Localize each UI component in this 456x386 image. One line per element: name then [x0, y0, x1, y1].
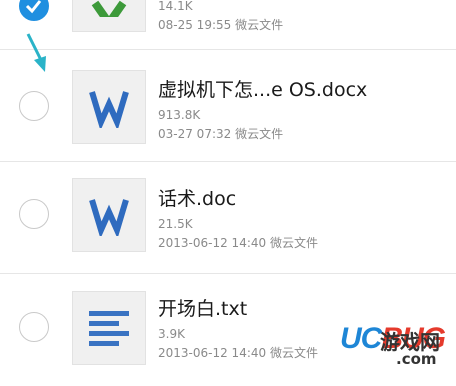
word-icon	[89, 199, 129, 236]
file-size: 14.1K	[158, 0, 193, 13]
annotation-arrow-icon	[26, 33, 46, 72]
file-thumbnail	[72, 178, 146, 252]
file-name[interactable]: 虚拟机下怎...e OS.docx	[158, 75, 367, 102]
file-thumbnail	[72, 0, 146, 32]
file-meta: 2013-06-12 14:40 微云文件	[158, 346, 318, 360]
selected-checkbox[interactable]	[19, 0, 49, 21]
file-thumbnail	[72, 70, 146, 144]
file-meta: 2013-06-12 14:40 微云文件	[158, 236, 318, 250]
list-item[interactable]: 14.1K 08-25 19:55 微云文件	[0, 0, 456, 50]
file-size: 21.5K	[158, 217, 193, 231]
watermark-com-text: .com	[396, 350, 437, 368]
watermark-uc-text: UC	[340, 322, 382, 355]
excel-icon	[91, 0, 127, 17]
file-meta: 03-27 07:32 微云文件	[158, 127, 284, 141]
file-size: 3.9K	[158, 327, 185, 341]
file-thumbnail	[72, 291, 146, 365]
list-item[interactable]: 虚拟机下怎...e OS.docx 913.8K 03-27 07:32 微云文…	[0, 50, 456, 162]
select-checkbox[interactable]	[19, 312, 49, 342]
file-size: 913.8K	[158, 108, 201, 122]
checkmark-icon	[25, 0, 42, 14]
file-name[interactable]: 开场白.txt	[158, 294, 247, 321]
select-checkbox[interactable]	[19, 91, 49, 121]
file-meta: 08-25 19:55 微云文件	[158, 18, 284, 32]
list-item[interactable]: 话术.doc 21.5K 2013-06-12 14:40 微云文件	[0, 162, 456, 274]
text-file-icon	[89, 311, 129, 346]
select-checkbox[interactable]	[19, 199, 49, 229]
word-icon	[89, 91, 129, 128]
file-name[interactable]: 话术.doc	[158, 184, 236, 211]
